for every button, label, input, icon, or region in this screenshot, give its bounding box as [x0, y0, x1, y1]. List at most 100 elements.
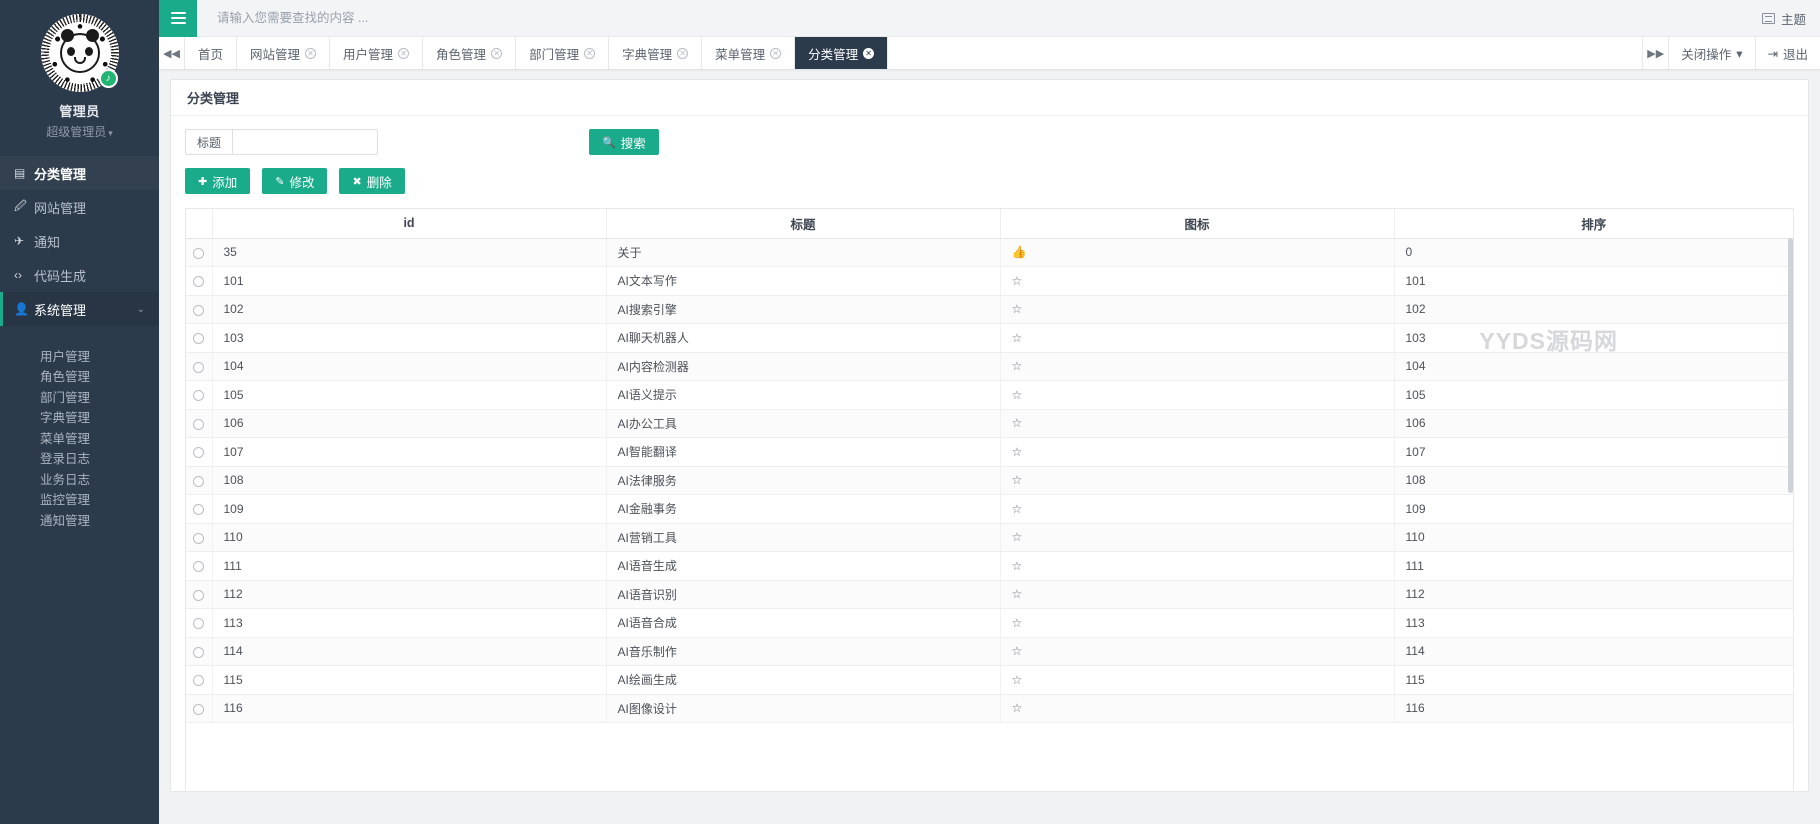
- table-row[interactable]: 114AI音乐制作☆114: [186, 637, 1793, 666]
- row-radio-cell[interactable]: [186, 466, 212, 495]
- table-row[interactable]: 102AI搜索引擎☆102: [186, 295, 1793, 324]
- row-radio-cell[interactable]: [186, 295, 212, 324]
- close-icon[interactable]: ✕: [491, 48, 502, 59]
- sidebar-item-business-log[interactable]: 业务日志: [0, 470, 159, 491]
- close-icon[interactable]: ✕: [677, 48, 688, 59]
- search-input[interactable]: [217, 0, 637, 36]
- title-filter-input[interactable]: [232, 129, 378, 155]
- row-radio-cell[interactable]: [186, 438, 212, 467]
- table-row[interactable]: 108AI法律服务☆108: [186, 466, 1793, 495]
- radio-icon[interactable]: [193, 447, 204, 458]
- sidebar-item-notice[interactable]: ✈ 通知: [0, 224, 159, 258]
- sidebar-item-user-manage[interactable]: 用户管理: [0, 347, 159, 368]
- row-radio-cell[interactable]: [186, 637, 212, 666]
- radio-icon[interactable]: [193, 276, 204, 287]
- radio-icon[interactable]: [193, 476, 204, 487]
- sidebar-item-codegen[interactable]: ‹› 代码生成: [0, 258, 159, 292]
- tabs-scroll-right-icon[interactable]: ▶▶: [1642, 37, 1668, 69]
- close-icon[interactable]: ✕: [305, 48, 316, 59]
- menu-toggle-button[interactable]: [159, 0, 197, 37]
- table-row[interactable]: 107AI智能翻译☆107: [186, 438, 1793, 467]
- radio-icon[interactable]: [193, 704, 204, 715]
- radio-icon[interactable]: [193, 590, 204, 601]
- radio-icon[interactable]: [193, 248, 204, 259]
- table-row[interactable]: 109AI金融事务☆109: [186, 495, 1793, 524]
- row-radio-cell[interactable]: [186, 409, 212, 438]
- logout-button[interactable]: ⇥ 退出: [1755, 37, 1820, 69]
- radio-icon[interactable]: [193, 362, 204, 373]
- row-radio-cell[interactable]: [186, 495, 212, 524]
- row-radio-cell[interactable]: [186, 267, 212, 296]
- sidebar-item-login-log[interactable]: 登录日志: [0, 449, 159, 470]
- tab-dict[interactable]: 字典管理✕: [609, 37, 702, 69]
- row-radio-cell[interactable]: [186, 666, 212, 695]
- sidebar-item-role-manage[interactable]: 角色管理: [0, 367, 159, 388]
- close-icon[interactable]: ✕: [770, 48, 781, 59]
- column-order[interactable]: 排序: [1394, 209, 1793, 238]
- table-row[interactable]: 116AI图像设计☆116: [186, 694, 1793, 723]
- radio-icon[interactable]: [193, 419, 204, 430]
- row-radio-cell[interactable]: [186, 238, 212, 267]
- table-row[interactable]: 35关于👍0: [186, 238, 1793, 267]
- table-scrollbar[interactable]: [1788, 238, 1793, 791]
- tab-website[interactable]: 网站管理✕: [237, 37, 330, 69]
- table-row[interactable]: 113AI语音合成☆113: [186, 609, 1793, 638]
- add-button[interactable]: ✚ 添加: [185, 168, 250, 194]
- column-title[interactable]: 标题: [606, 209, 1000, 238]
- search-button[interactable]: 🔍 搜索: [589, 129, 659, 155]
- table-row[interactable]: 115AI绘画生成☆115: [186, 666, 1793, 695]
- radio-icon[interactable]: [193, 618, 204, 629]
- radio-icon[interactable]: [193, 390, 204, 401]
- edit-button[interactable]: ✎ 修改: [262, 168, 327, 194]
- table-row[interactable]: 106AI办公工具☆106: [186, 409, 1793, 438]
- row-radio-cell[interactable]: [186, 352, 212, 381]
- column-id[interactable]: id: [212, 209, 606, 238]
- row-radio-cell[interactable]: [186, 381, 212, 410]
- radio-icon[interactable]: [193, 504, 204, 515]
- delete-button[interactable]: ✖ 删除: [339, 168, 404, 194]
- tab-home[interactable]: 首页: [185, 37, 237, 69]
- radio-icon[interactable]: [193, 647, 204, 658]
- row-radio-cell[interactable]: [186, 580, 212, 609]
- row-radio-cell[interactable]: [186, 694, 212, 723]
- radio-icon[interactable]: [193, 333, 204, 344]
- sidebar-item-notice-manage[interactable]: 通知管理: [0, 511, 159, 532]
- close-icon[interactable]: ✕: [398, 48, 409, 59]
- row-radio-cell[interactable]: [186, 609, 212, 638]
- sidebar-item-dept-manage[interactable]: 部门管理: [0, 388, 159, 409]
- table-row[interactable]: 104AI内容检测器☆104: [186, 352, 1793, 381]
- sidebar-item-monitor-manage[interactable]: 监控管理: [0, 490, 159, 511]
- row-radio-cell[interactable]: [186, 552, 212, 581]
- table-row[interactable]: 103AI聊天机器人☆103: [186, 324, 1793, 353]
- radio-icon[interactable]: [193, 675, 204, 686]
- column-icon[interactable]: 图标: [1000, 209, 1394, 238]
- table-row[interactable]: 112AI语音识别☆112: [186, 580, 1793, 609]
- table-row[interactable]: 111AI语音生成☆111: [186, 552, 1793, 581]
- close-icon[interactable]: ✕: [584, 48, 595, 59]
- theme-button[interactable]: 主题: [1762, 9, 1806, 28]
- sidebar-item-dict-manage[interactable]: 字典管理: [0, 408, 159, 429]
- tab-category[interactable]: 分类管理✕: [795, 37, 888, 69]
- code-icon: ‹›: [14, 268, 34, 282]
- tabs-scroll-left-icon[interactable]: ◀◀: [159, 37, 185, 69]
- sidebar-item-system[interactable]: 👤 系统管理 ⌄: [0, 292, 159, 326]
- radio-icon[interactable]: [193, 561, 204, 572]
- tab-user[interactable]: 用户管理✕: [330, 37, 423, 69]
- sidebar-item-website[interactable]: 🖉 网站管理: [0, 190, 159, 224]
- row-radio-cell[interactable]: [186, 324, 212, 353]
- radio-icon[interactable]: [193, 533, 204, 544]
- table-row[interactable]: 101AI文本写作☆101: [186, 267, 1793, 296]
- tab-dept[interactable]: 部门管理✕: [516, 37, 609, 69]
- avatar[interactable]: ♪: [41, 14, 119, 92]
- close-actions-dropdown[interactable]: 关闭操作 ▾: [1668, 37, 1754, 69]
- row-radio-cell[interactable]: [186, 523, 212, 552]
- radio-icon[interactable]: [193, 305, 204, 316]
- tab-role[interactable]: 角色管理✕: [423, 37, 516, 69]
- sidebar-item-menu-manage[interactable]: 菜单管理: [0, 429, 159, 450]
- sidebar-item-category[interactable]: ▤ 分类管理: [0, 156, 159, 190]
- tab-menu[interactable]: 菜单管理✕: [702, 37, 795, 69]
- close-icon[interactable]: ✕: [863, 48, 874, 59]
- table-row[interactable]: 105AI语义提示☆105: [186, 381, 1793, 410]
- table-row[interactable]: 110AI营销工具☆110: [186, 523, 1793, 552]
- profile-role[interactable]: 超级管理员▾: [46, 123, 113, 140]
